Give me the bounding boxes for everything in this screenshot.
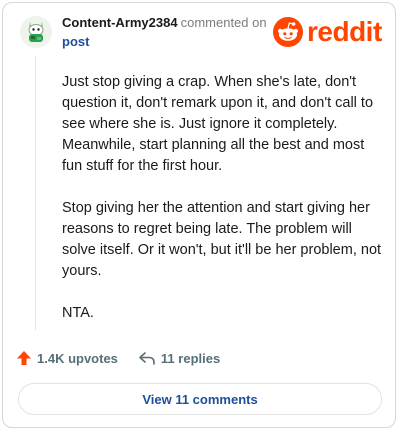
upvote-button[interactable]: 1.4K upvotes bbox=[16, 350, 118, 366]
reddit-logo: reddit bbox=[273, 17, 382, 47]
action-text: commented on bbox=[180, 15, 267, 30]
thread-line[interactable] bbox=[35, 56, 36, 330]
comment-paragraph: Just stop giving a crap. When she's late… bbox=[62, 74, 374, 174]
upvote-arrow-icon bbox=[17, 351, 31, 365]
username-link[interactable]: Content-Army2384 bbox=[62, 15, 178, 30]
comment-body: Just stop giving a crap. When she's late… bbox=[62, 72, 382, 345]
comment-paragraph: NTA. bbox=[62, 305, 94, 321]
view-comments-button[interactable]: View 11 comments bbox=[18, 383, 382, 415]
avatar-icon bbox=[20, 16, 52, 48]
post-link[interactable]: post bbox=[62, 34, 89, 49]
reddit-wordmark: reddit bbox=[307, 16, 382, 47]
upvote-count: 1.4K upvotes bbox=[37, 350, 118, 366]
replies-button[interactable]: 11 replies bbox=[138, 350, 220, 366]
reply-icon bbox=[139, 352, 155, 365]
comment-header: Content-Army2384 commented on bbox=[62, 15, 267, 30]
reddit-snoo-icon bbox=[273, 17, 303, 47]
user-avatar[interactable] bbox=[20, 16, 52, 48]
comment-paragraph: Stop giving her the attention and start … bbox=[62, 200, 382, 279]
replies-count: 11 replies bbox=[160, 350, 221, 366]
comment-actions: 1.4K upvotes 11 replies bbox=[16, 350, 220, 366]
